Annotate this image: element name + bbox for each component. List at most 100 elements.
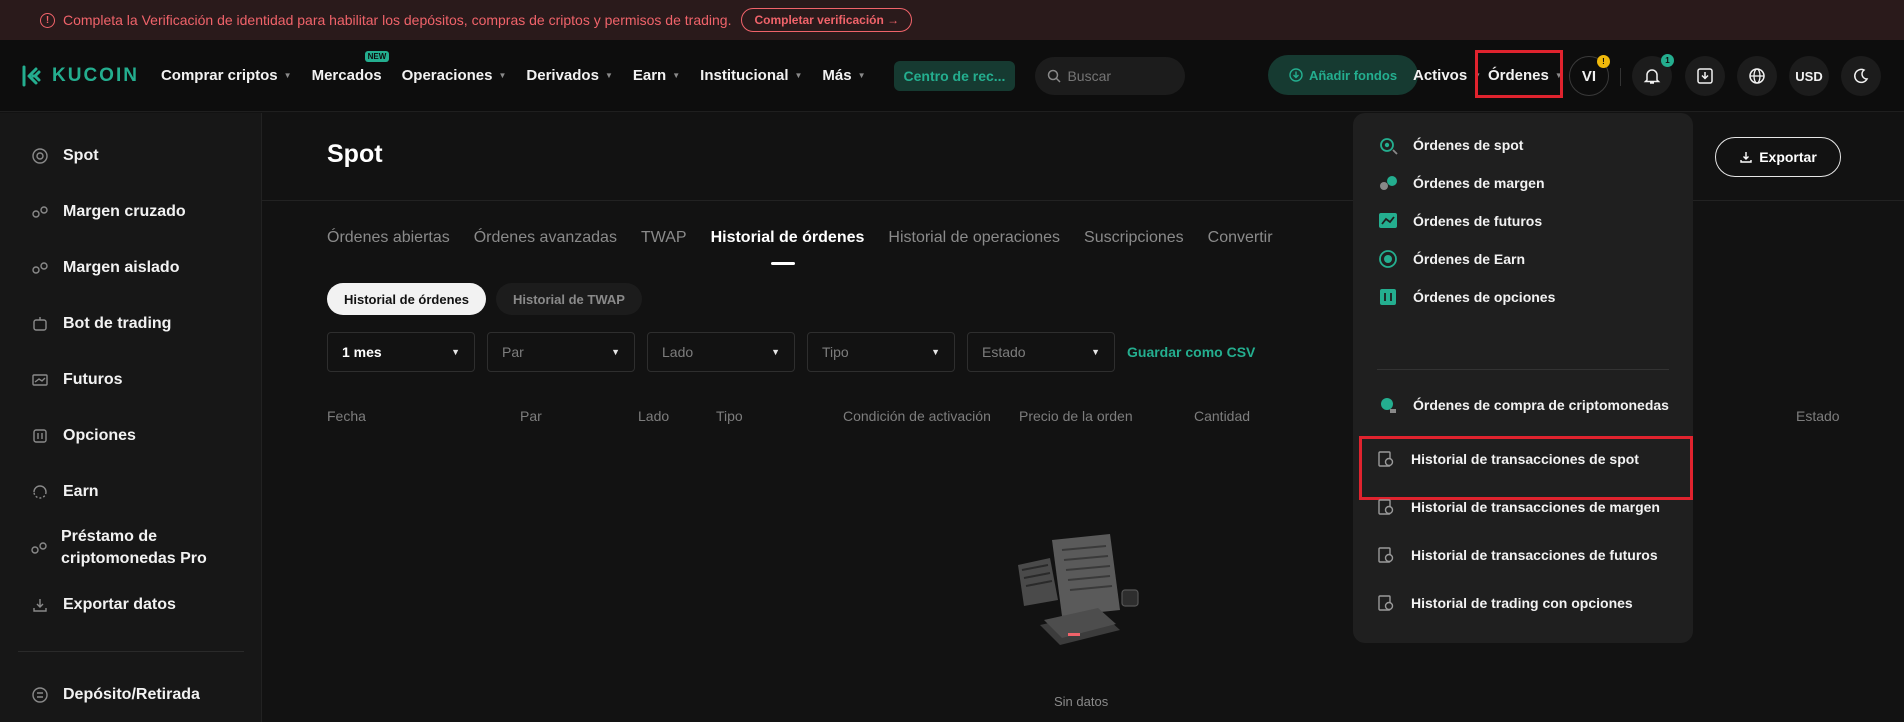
chevron-down-icon: ▼ (672, 71, 681, 80)
currency-button[interactable]: USD (1789, 56, 1829, 96)
export-button[interactable]: Exportar (1715, 137, 1841, 177)
sidebar-item-exportar-datos[interactable]: Exportar datos (30, 595, 176, 615)
subtabs: Historial de órdenes Historial de TWAP (327, 283, 652, 315)
earn-icon (30, 482, 50, 502)
sidebar-item-bot-de-trading[interactable]: Bot de trading (30, 314, 171, 334)
menu-item-ordenes-futuros[interactable]: Órdenes de futuros (1377, 210, 1542, 232)
tab-historial-de-ordenes[interactable]: Historial de órdenes (711, 229, 864, 265)
search-box[interactable] (1035, 56, 1186, 95)
main-nav: Comprar criptos ▼ Mercados NEW Operaciones… (161, 51, 1186, 95)
menu-item-ordenes-compra-cripto[interactable]: Órdenes de compra de criptomonedas (1377, 394, 1669, 416)
empty-state-text: Sin datos (1054, 694, 1109, 709)
page-title: Spot (327, 140, 383, 168)
centro-button[interactable]: Centro de rec... (893, 60, 1016, 91)
tab-historial-de-operaciones[interactable]: Historial de operaciones (888, 229, 1060, 247)
save-csv-link[interactable]: Guardar como CSV (1127, 344, 1255, 360)
pair-select[interactable]: Par ▼ (487, 332, 635, 372)
menu-item-ordenes-opciones[interactable]: Órdenes de opciones (1377, 286, 1555, 308)
tab-twap[interactable]: TWAP (641, 229, 687, 247)
menu-item-label: Historial de transacciones de margen (1411, 499, 1660, 515)
complete-verification-button[interactable]: Completar verificación → (741, 8, 913, 32)
status-select[interactable]: Estado ▼ (967, 332, 1115, 372)
nav-operaciones[interactable]: Operaciones ▼ (402, 67, 507, 84)
nav-label: Derivados (526, 67, 599, 84)
chevron-down-icon: ▼ (283, 71, 292, 80)
sidebar-item-spot[interactable]: Spot (30, 146, 99, 166)
sidebar-item-earn[interactable]: Earn (30, 482, 99, 502)
sidebar-item-prestamo[interactable]: Préstamo de criptomonedas Pro (30, 526, 230, 570)
chevron-down-icon: ▼ (794, 71, 803, 80)
download-app-button[interactable] (1685, 56, 1725, 96)
futures-icon (30, 370, 50, 390)
kucoin-logo[interactable]: KUCOIN (22, 65, 139, 87)
add-funds-label: Añadir fondos (1308, 67, 1398, 83)
orders-dropdown-menu: Órdenes de spot Órdenes de margen Órdene… (1353, 113, 1693, 643)
sidebar-item-deposito-retirada[interactable]: Depósito/Retirada (30, 685, 200, 705)
tab-ordenes-avanzadas[interactable]: Órdenes avanzadas (474, 229, 617, 247)
download-icon (1289, 68, 1303, 82)
add-funds-button[interactable]: Añadir fondos (1268, 55, 1418, 95)
menu-item-ordenes-spot[interactable]: Órdenes de spot (1377, 134, 1523, 156)
sidebar-item-label: Margen aislado (63, 259, 180, 276)
nav-comprar-criptos[interactable]: Comprar criptos ▼ (161, 67, 292, 84)
sidebar-item-label: Exportar datos (63, 596, 176, 613)
sidebar: Spot Margen cruzado Margen aislado Bot d… (0, 113, 262, 722)
earn-orders-icon (1377, 248, 1399, 270)
menu-item-historial-futuros[interactable]: Historial de transacciones de futuros (1375, 544, 1658, 566)
subtab-historial-de-twap[interactable]: Historial de TWAP (495, 283, 642, 315)
export-label: Exportar (1759, 149, 1817, 165)
menu-item-historial-opciones[interactable]: Historial de trading con opciones (1375, 592, 1633, 614)
nav-label: Earn (632, 67, 667, 84)
nav-mercados[interactable]: Mercados NEW (312, 51, 390, 84)
cross-margin-icon (30, 202, 50, 222)
menu-divider (1377, 369, 1669, 370)
column-header-tipo: Tipo (716, 408, 743, 424)
search-input[interactable] (1067, 67, 1178, 84)
sidebar-item-opciones[interactable]: Opciones (30, 426, 136, 446)
nav-label: Operaciones (401, 67, 493, 84)
nav-institucional[interactable]: Institucional ▼ (700, 67, 802, 84)
sidebar-item-margen-cruzado[interactable]: Margen cruzado (30, 202, 186, 222)
nav-mas[interactable]: Más ▼ (822, 67, 865, 84)
loan-icon (30, 538, 48, 558)
sidebar-item-label: Préstamo de criptomonedas Pro (61, 528, 207, 567)
period-value: 1 mes (342, 344, 382, 360)
kucoin-logo-icon (22, 65, 41, 86)
language-button[interactable] (1737, 56, 1777, 96)
tab-convertir[interactable]: Convertir (1208, 229, 1273, 247)
menu-item-ordenes-margen[interactable]: Órdenes de margen (1377, 172, 1545, 194)
history-icon (1375, 544, 1397, 566)
activos-menu[interactable]: Activos ▼ (1413, 67, 1481, 84)
order-tabs: Órdenes abiertas Órdenes avanzadas TWAP … (327, 229, 1297, 265)
column-header-condicion: Condición de activación (843, 408, 991, 424)
menu-item-historial-margen[interactable]: Historial de transacciones de margen (1375, 496, 1660, 518)
nav-derivados[interactable]: Derivados ▼ (526, 67, 612, 84)
banner-message: Completa la Verificación de identidad pa… (63, 12, 732, 28)
theme-toggle-button[interactable] (1841, 56, 1881, 96)
side-select[interactable]: Lado ▼ (647, 332, 795, 372)
notifications-button[interactable]: 1 (1632, 54, 1674, 96)
avatar[interactable]: VI ! (1569, 55, 1610, 96)
tab-ordenes-abiertas[interactable]: Órdenes abiertas (327, 229, 450, 247)
menu-item-label: Órdenes de compra de criptomonedas (1413, 397, 1669, 413)
warning-icon: ! (40, 12, 55, 28)
caret-down-icon: ▼ (611, 347, 620, 357)
export-icon (30, 595, 50, 615)
type-select[interactable]: Tipo ▼ (807, 332, 955, 372)
period-select[interactable]: 1 mes ▼ (327, 332, 475, 372)
subtab-historial-de-ordenes[interactable]: Historial de órdenes (327, 283, 486, 315)
tab-suscripciones[interactable]: Suscripciones (1084, 229, 1184, 247)
verification-banner: ! Completa la Verificación de identidad … (0, 0, 1904, 40)
new-badge: NEW (364, 51, 390, 62)
spot-icon (30, 146, 50, 166)
sidebar-item-margen-aislado[interactable]: Margen aislado (30, 258, 179, 278)
sidebar-item-futuros[interactable]: Futuros (30, 370, 123, 390)
notification-count: 1 (1661, 54, 1674, 67)
ordenes-highlight (1475, 50, 1563, 98)
menu-item-ordenes-earn[interactable]: Órdenes de Earn (1377, 248, 1525, 270)
type-placeholder: Tipo (822, 344, 849, 360)
column-header-estado: Estado (1796, 408, 1840, 424)
nav-earn[interactable]: Earn ▼ (633, 67, 680, 84)
sidebar-divider (18, 651, 244, 652)
bell-icon (1643, 69, 1661, 84)
